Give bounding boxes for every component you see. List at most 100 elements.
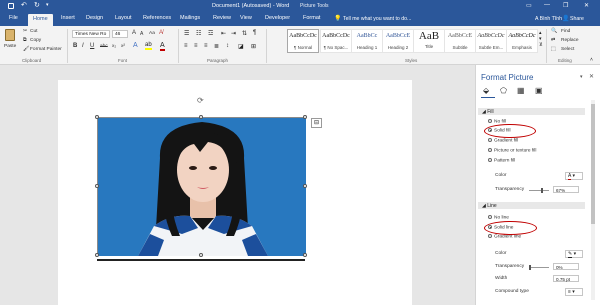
increase-indent-icon[interactable]: ⇥ — [231, 30, 236, 37]
tab-view[interactable]: View — [240, 15, 252, 21]
style-emphasis[interactable]: AaBbCcDc Emphasis — [506, 29, 538, 53]
show-marks-icon[interactable]: ¶ — [253, 30, 256, 36]
resize-handle[interactable] — [95, 115, 99, 119]
fill-transparency-input[interactable]: 67% — [553, 186, 579, 193]
ribbon-display-icon[interactable]: ▭ — [526, 2, 532, 9]
numbering-icon[interactable]: ☷ — [196, 30, 201, 37]
grow-font-button[interactable]: A — [132, 30, 136, 36]
align-left-icon[interactable]: ≡ — [184, 43, 188, 49]
justify-icon[interactable]: ≣ — [214, 43, 219, 50]
style-no-spacing[interactable]: AaBbCcDc ¶ No Spac... — [320, 29, 352, 53]
pane-scrollbar-thumb[interactable] — [591, 104, 595, 224]
line-transparency-input[interactable]: 0% — [553, 263, 579, 270]
fill-color-picker[interactable]: A ▾ — [565, 172, 583, 180]
format-painter-button[interactable]: Format Painter — [30, 47, 62, 52]
collapse-ribbon-icon[interactable]: ˄ — [590, 57, 593, 63]
resize-handle[interactable] — [303, 184, 307, 188]
shrink-font-button[interactable]: A — [140, 31, 143, 37]
user-name[interactable]: A Bình Tĩnh — [535, 16, 562, 22]
resize-handle[interactable] — [199, 253, 203, 257]
fill-section-header[interactable]: ◢ Fill — [478, 108, 585, 115]
text-effects-icon[interactable]: A — [133, 42, 138, 49]
tab-format[interactable]: Format — [303, 15, 320, 21]
style-subtle-emphasis[interactable]: AaBbCcDc Subtle Em... — [475, 29, 507, 53]
picture-icon[interactable]: ▣ — [535, 86, 543, 95]
font-name-select[interactable]: Times New Ro — [72, 30, 110, 38]
strikethrough-button[interactable]: abc — [100, 44, 108, 49]
tab-references[interactable]: References — [143, 15, 171, 21]
multilevel-list-icon[interactable]: ☲ — [208, 30, 213, 37]
borders-icon[interactable]: ⊞ — [251, 43, 256, 50]
font-color-icon[interactable]: A — [160, 42, 165, 51]
tab-review[interactable]: Review — [213, 15, 231, 21]
sort-icon[interactable]: ⇅ — [242, 30, 247, 37]
compound-type-select[interactable]: ≡ ▾ — [565, 288, 583, 296]
style-subtitle[interactable]: AaBbCcE Subtitle — [444, 29, 476, 53]
picture-selection[interactable] — [97, 117, 306, 256]
redo-icon[interactable]: ↻ — [34, 1, 40, 9]
tab-home[interactable]: Home — [28, 14, 53, 26]
styles-scroll-icon[interactable]: ▴ ▾ ⊻ — [539, 30, 543, 48]
bullets-icon[interactable]: ☰ — [184, 30, 189, 37]
replace-button[interactable]: Replace — [561, 38, 579, 43]
share-button[interactable]: Share — [570, 16, 584, 22]
line-color-picker[interactable]: ✎ ▾ — [565, 250, 583, 258]
copy-button[interactable]: Copy — [30, 38, 41, 43]
change-case-button[interactable]: Aa — [149, 31, 155, 36]
italic-button[interactable]: I — [82, 43, 84, 49]
tab-mailings[interactable]: Mailings — [180, 15, 200, 21]
restore-icon[interactable]: ❐ — [563, 2, 568, 9]
layout-options-icon[interactable]: ⊟ — [311, 118, 322, 128]
radio-picture-texture-fill[interactable]: Picture or texture fill — [488, 148, 536, 154]
select-button[interactable]: Select — [561, 47, 574, 52]
style-heading-1[interactable]: AaBbCc Heading 1 — [351, 29, 383, 53]
font-size-select[interactable]: 46 — [112, 30, 128, 38]
resize-handle[interactable] — [303, 253, 307, 257]
portrait-photo[interactable] — [98, 118, 306, 256]
share-icon[interactable]: 👤 — [562, 15, 569, 22]
align-right-icon[interactable]: ≡ — [204, 43, 208, 49]
save-icon[interactable] — [8, 3, 14, 9]
pane-close-button[interactable]: ✕ — [589, 73, 594, 80]
underline-button[interactable]: U — [90, 43, 94, 49]
effects-icon[interactable]: ⬠ — [500, 86, 507, 95]
tab-layout[interactable]: Layout — [115, 15, 132, 21]
line-transparency-slider[interactable] — [529, 267, 549, 268]
line-section-header[interactable]: ◢ Line — [478, 202, 585, 209]
fill-line-icon[interactable]: ⬙ — [483, 86, 489, 95]
resize-handle[interactable] — [199, 115, 203, 119]
tab-insert[interactable]: Insert — [61, 15, 75, 21]
pane-options-icon[interactable]: ▾ — [580, 74, 583, 80]
clear-formatting-icon[interactable]: A̸ — [159, 30, 163, 36]
rotate-handle-icon[interactable]: ⟳ — [197, 96, 204, 105]
fill-transparency-slider-thumb[interactable] — [541, 188, 544, 193]
line-spacing-icon[interactable]: ↕ — [226, 43, 229, 49]
paste-button[interactable]: Paste — [4, 44, 16, 49]
subscript-button[interactable]: x₂ — [112, 44, 116, 49]
customize-qat-icon[interactable]: ▾ — [46, 2, 49, 8]
resize-handle[interactable] — [303, 115, 307, 119]
tab-design[interactable]: Design — [86, 15, 103, 21]
line-transparency-slider-thumb[interactable] — [529, 265, 531, 270]
undo-icon[interactable]: ↶ — [21, 1, 27, 9]
superscript-button[interactable]: x² — [121, 44, 125, 49]
style-normal[interactable]: AaBbCcDc ¶ Normal — [287, 29, 319, 53]
bold-button[interactable]: B — [73, 43, 77, 49]
close-icon[interactable]: ✕ — [584, 2, 589, 9]
cut-button[interactable]: Cut — [30, 29, 37, 34]
tab-file[interactable]: File — [9, 15, 18, 21]
style-title[interactable]: AaB Title — [413, 29, 445, 53]
resize-handle[interactable] — [95, 253, 99, 257]
paste-icon[interactable] — [5, 29, 15, 41]
tell-me-search[interactable]: Tell me what you want to do... — [343, 16, 411, 22]
find-button[interactable]: Find — [561, 29, 570, 34]
resize-handle[interactable] — [95, 184, 99, 188]
layout-properties-icon[interactable]: ▦ — [517, 86, 525, 95]
align-center-icon[interactable]: ≡ — [194, 43, 198, 49]
line-width-input[interactable]: 0.75 pt — [553, 275, 579, 282]
decrease-indent-icon[interactable]: ⇤ — [221, 30, 226, 37]
radio-gradient-fill[interactable]: Gradient fill — [488, 138, 518, 144]
style-heading-2[interactable]: AaBbCcE Heading 2 — [382, 29, 414, 53]
fill-transparency-slider[interactable] — [529, 190, 549, 191]
radio-pattern-fill[interactable]: Pattern fill — [488, 158, 515, 164]
